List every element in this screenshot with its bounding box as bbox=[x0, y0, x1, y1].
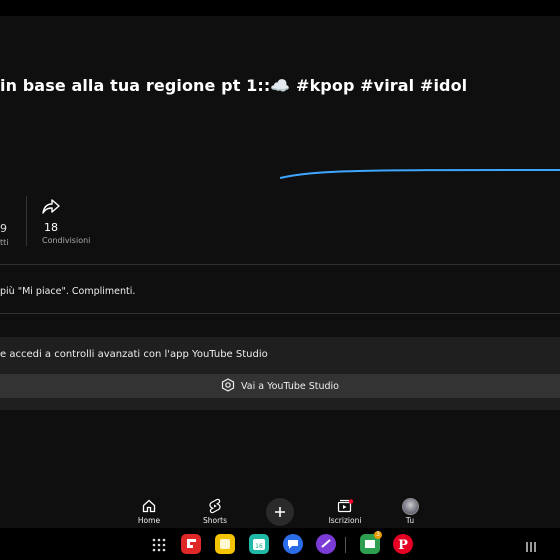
svg-text:16: 16 bbox=[255, 543, 263, 550]
nav-home-label: Home bbox=[137, 516, 161, 525]
nav-you-label: Tu bbox=[405, 516, 415, 525]
pinterest-icon[interactable]: P bbox=[393, 534, 413, 554]
calendar-icon[interactable]: 16 bbox=[249, 534, 269, 554]
likes-label: tti bbox=[0, 238, 9, 247]
recents-icon[interactable] bbox=[525, 538, 537, 557]
classroom-icon[interactable]: 3 bbox=[360, 531, 382, 554]
shares-label: Condivisioni bbox=[42, 236, 91, 245]
share-icon bbox=[42, 198, 102, 214]
nav-subscriptions-label: Iscrizioni bbox=[328, 516, 362, 525]
notification-badge: 3 bbox=[374, 531, 382, 539]
divider bbox=[0, 264, 560, 265]
top-black-bar bbox=[0, 0, 560, 16]
flipboard-icon[interactable] bbox=[181, 534, 201, 554]
subscriptions-icon bbox=[320, 498, 370, 514]
nav-home[interactable]: Home bbox=[124, 498, 174, 525]
home-icon bbox=[124, 498, 174, 514]
studio-promo-text: e accedi a controlli avanzati con l'app … bbox=[0, 349, 268, 360]
system-taskbar bbox=[0, 528, 560, 560]
create-button[interactable] bbox=[266, 498, 294, 526]
nav-subscriptions[interactable]: Iscrizioni bbox=[320, 498, 370, 525]
youtube-studio-button[interactable]: Vai a YouTube Studio bbox=[0, 374, 560, 398]
nav-shorts-label: Shorts bbox=[202, 516, 228, 525]
notes-icon[interactable] bbox=[215, 534, 235, 554]
youtube-studio-icon bbox=[221, 377, 235, 396]
divider bbox=[0, 313, 560, 314]
stats-divider bbox=[26, 196, 27, 246]
apps-grid-icon[interactable] bbox=[152, 537, 166, 556]
views-trend-graph bbox=[279, 169, 560, 179]
shares-count: 18 bbox=[44, 221, 58, 234]
youtube-studio-button-label: Vai a YouTube Studio bbox=[241, 380, 339, 392]
avatar bbox=[401, 497, 419, 515]
messages-icon[interactable] bbox=[283, 534, 303, 554]
svg-text:P: P bbox=[398, 538, 408, 553]
nav-you[interactable]: Tu bbox=[385, 497, 435, 525]
video-title: in base alla tua regione pt 1::☁️ #kpop … bbox=[0, 76, 468, 95]
plus-icon bbox=[274, 503, 286, 522]
nav-shorts[interactable]: Shorts bbox=[190, 498, 240, 525]
shares-stat: 18 Condivisioni bbox=[42, 198, 102, 245]
shorts-icon bbox=[190, 498, 240, 514]
congrats-message: più "Mi piace". Complimenti. bbox=[0, 286, 136, 297]
likes-count: 9 bbox=[0, 222, 7, 235]
taskbar-divider bbox=[345, 537, 346, 553]
avatar-icon bbox=[385, 497, 435, 515]
galaxy-store-icon[interactable] bbox=[316, 534, 336, 554]
